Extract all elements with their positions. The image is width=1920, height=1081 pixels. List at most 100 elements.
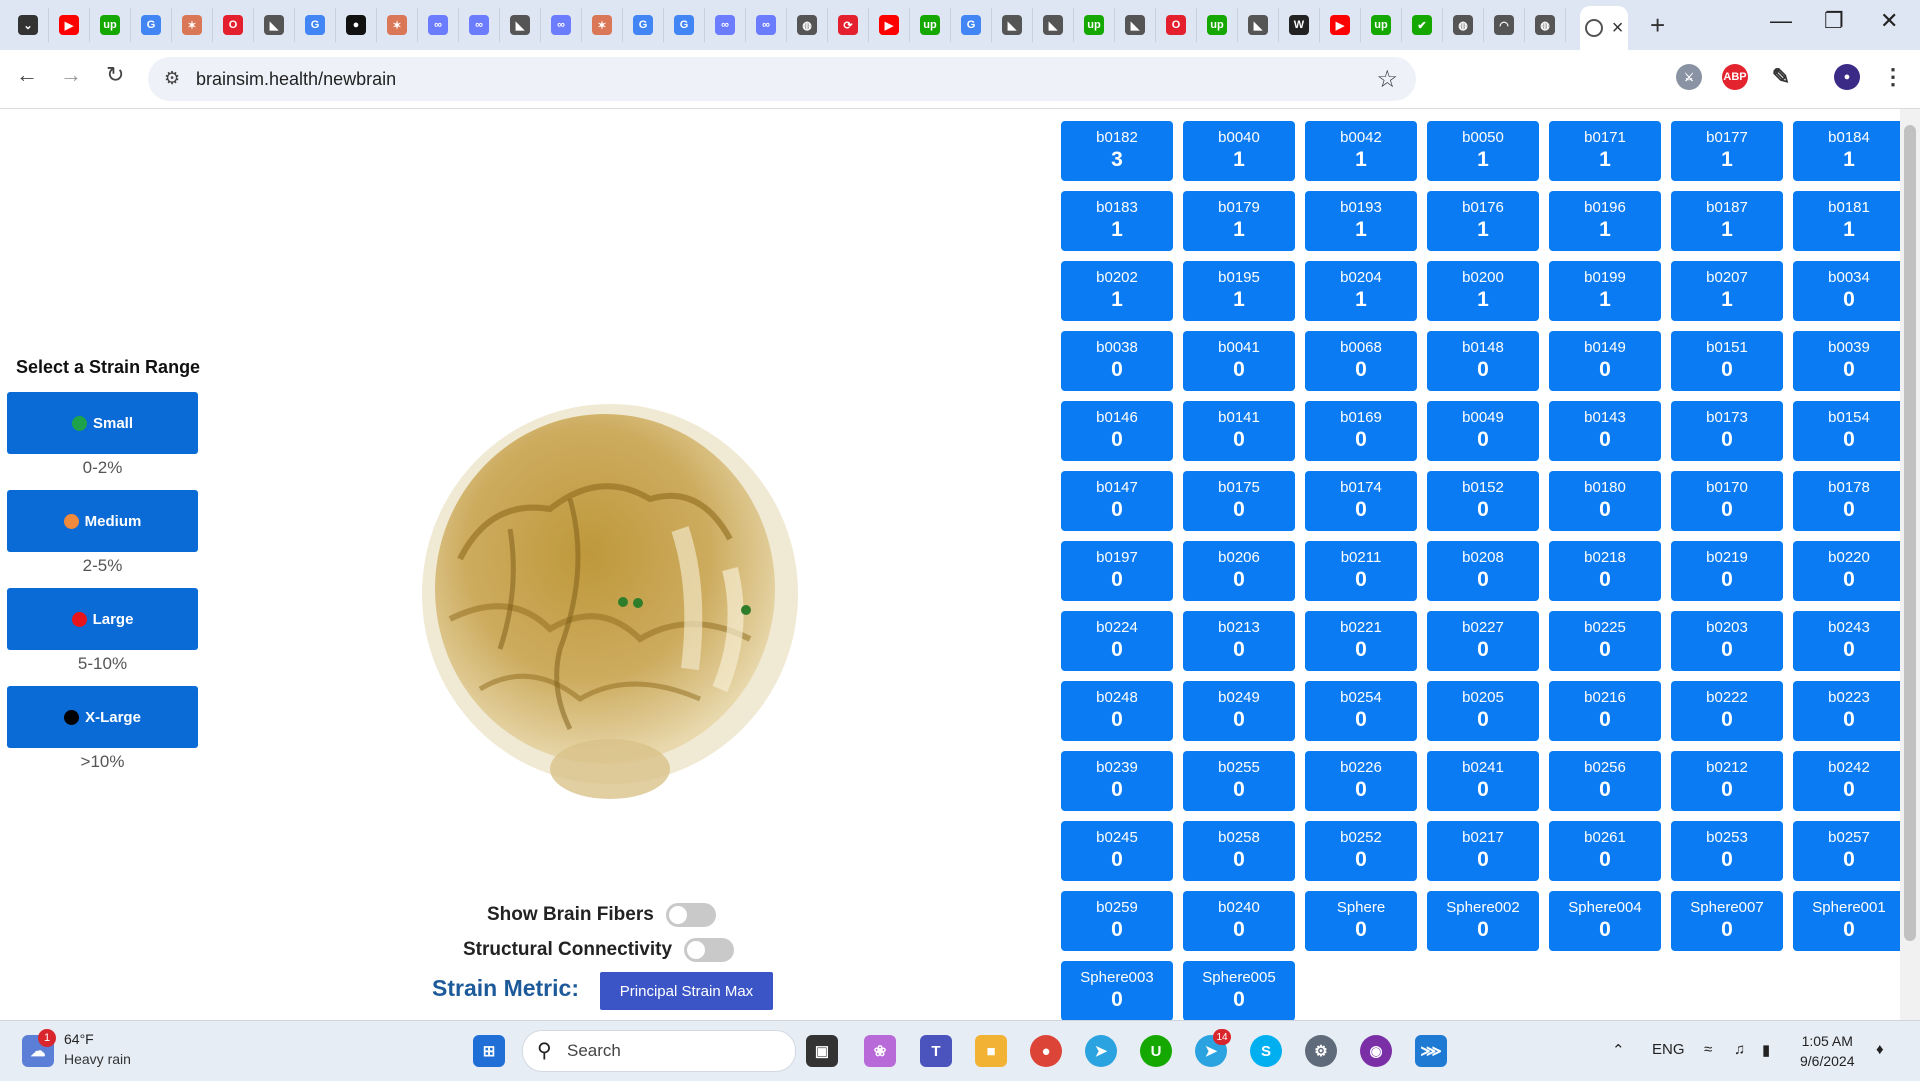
region-button[interactable]: b0204 1: [1305, 261, 1417, 321]
brain-3d-viewer[interactable]: [400, 389, 830, 809]
clock[interactable]: 1:05 AM 9/6/2024: [1800, 1031, 1855, 1071]
youtube-tab-icon[interactable]: ▶: [1320, 8, 1361, 42]
active-tab[interactable]: ×: [1580, 6, 1628, 50]
show-fibers-toggle[interactable]: [665, 903, 716, 927]
region-button[interactable]: b0147 0: [1061, 471, 1173, 531]
vscode-icon[interactable]: ⋙: [1415, 1035, 1447, 1067]
opera-tab-icon[interactable]: O: [213, 8, 254, 42]
region-button[interactable]: b0253 0: [1671, 821, 1783, 881]
region-button[interactable]: b0050 1: [1427, 121, 1539, 181]
region-button[interactable]: b0249 0: [1183, 681, 1295, 741]
chevron-down-tab-icon[interactable]: ⌄: [8, 8, 49, 42]
region-button[interactable]: b0152 0: [1427, 471, 1539, 531]
region-button[interactable]: b0207 1: [1671, 261, 1783, 321]
close-window-icon[interactable]: ✕: [1880, 8, 1898, 34]
extensions-puzzle-icon[interactable]: ✎: [1768, 64, 1794, 90]
shield-extension-icon[interactable]: ⚔: [1676, 64, 1702, 90]
copilot-tab-icon[interactable]: ∞: [541, 8, 582, 42]
url-text[interactable]: brainsim.health/newbrain: [196, 69, 396, 90]
upwork-tab-icon[interactable]: up: [1197, 8, 1238, 42]
region-button[interactable]: b0212 0: [1671, 751, 1783, 811]
github-tab-icon[interactable]: ●: [336, 8, 377, 42]
region-button[interactable]: b0227 0: [1427, 611, 1539, 671]
region-button[interactable]: b0039 0: [1793, 331, 1905, 391]
region-button[interactable]: b0199 1: [1549, 261, 1661, 321]
region-button[interactable]: b0205 0: [1427, 681, 1539, 741]
region-button[interactable]: b0176 1: [1427, 191, 1539, 251]
profile-avatar[interactable]: ●: [1834, 64, 1860, 90]
region-button[interactable]: b0148 0: [1427, 331, 1539, 391]
region-button[interactable]: Sphere003 0: [1061, 961, 1173, 1020]
region-button[interactable]: b0146 0: [1061, 401, 1173, 461]
notification-bell-icon[interactable]: ♦: [1876, 1041, 1884, 1058]
file-explorer-icon[interactable]: ■: [975, 1035, 1007, 1067]
cursor-tab-icon[interactable]: ◣: [1033, 8, 1074, 42]
forward-icon[interactable]: →: [60, 62, 82, 88]
region-button[interactable]: b0216 0: [1549, 681, 1661, 741]
region-button[interactable]: b0169 0: [1305, 401, 1417, 461]
wifi-icon[interactable]: ≈: [1704, 1041, 1712, 1058]
back-icon[interactable]: ←: [16, 62, 38, 88]
adblock-extension-icon[interactable]: ABP: [1722, 64, 1748, 90]
region-button[interactable]: b0173 0: [1671, 401, 1783, 461]
region-button[interactable]: b0049 0: [1427, 401, 1539, 461]
taskbar-search[interactable]: ⚲ Search: [522, 1030, 796, 1072]
globe-tab-icon[interactable]: ◍: [1525, 8, 1566, 42]
task-view-icon[interactable]: ▣: [806, 1035, 838, 1067]
region-button[interactable]: b0221 0: [1305, 611, 1417, 671]
cursor-tab-icon[interactable]: ◣: [1115, 8, 1156, 42]
region-button[interactable]: b0181 1: [1793, 191, 1905, 251]
region-button[interactable]: b0252 0: [1305, 821, 1417, 881]
region-button[interactable]: b0041 0: [1183, 331, 1295, 391]
strain-metric-button[interactable]: Principal Strain Max: [600, 972, 773, 1010]
language-indicator[interactable]: ENG: [1652, 1041, 1685, 1058]
region-button[interactable]: b0217 0: [1427, 821, 1539, 881]
cursor-tab-icon[interactable]: ◣: [500, 8, 541, 42]
reload-icon[interactable]: ↻: [106, 62, 124, 88]
region-button[interactable]: b0222 0: [1671, 681, 1783, 741]
region-button[interactable]: b0203 0: [1671, 611, 1783, 671]
globe-tab-icon[interactable]: ◍: [787, 8, 828, 42]
upwork-tab-icon[interactable]: up: [910, 8, 951, 42]
claude-tab-icon[interactable]: ✶: [377, 8, 418, 42]
minimize-icon[interactable]: —: [1770, 8, 1792, 34]
battery-icon[interactable]: ▮: [1762, 1041, 1770, 1059]
youtube-tab-icon[interactable]: ▶: [49, 8, 90, 42]
globe-tab-icon[interactable]: ◍: [1443, 8, 1484, 42]
region-button[interactable]: Sphere 0: [1305, 891, 1417, 951]
region-button[interactable]: b0258 0: [1183, 821, 1295, 881]
region-button[interactable]: b0241 0: [1427, 751, 1539, 811]
google-tab-icon[interactable]: G: [131, 8, 172, 42]
close-tab-icon[interactable]: ×: [1612, 17, 1624, 40]
claude-tab-icon[interactable]: ✶: [172, 8, 213, 42]
address-bar[interactable]: ⚙ brainsim.health/newbrain ☆: [148, 57, 1416, 101]
region-button[interactable]: b0224 0: [1061, 611, 1173, 671]
region-button[interactable]: b0034 0: [1793, 261, 1905, 321]
copilot-tab-icon[interactable]: ∞: [746, 8, 787, 42]
region-button[interactable]: b0149 0: [1549, 331, 1661, 391]
google-tab-icon[interactable]: G: [951, 8, 992, 42]
region-button[interactable]: b0180 0: [1549, 471, 1661, 531]
region-button[interactable]: b0255 0: [1183, 751, 1295, 811]
region-button[interactable]: b0202 1: [1061, 261, 1173, 321]
region-button[interactable]: b0261 0: [1549, 821, 1661, 881]
region-button[interactable]: b0183 1: [1061, 191, 1173, 251]
region-button[interactable]: b0193 1: [1305, 191, 1417, 251]
region-button[interactable]: b0196 1: [1549, 191, 1661, 251]
region-button[interactable]: b0245 0: [1061, 821, 1173, 881]
region-button[interactable]: b0220 0: [1793, 541, 1905, 601]
region-button[interactable]: b0197 0: [1061, 541, 1173, 601]
sync-tab-icon[interactable]: ⟳: [828, 8, 869, 42]
region-button[interactable]: b0256 0: [1549, 751, 1661, 811]
region-button[interactable]: b0175 0: [1183, 471, 1295, 531]
range-xlarge-button[interactable]: X-Large: [7, 686, 198, 748]
structural-connectivity-toggle[interactable]: [684, 938, 735, 962]
site-info-icon[interactable]: ⚙: [164, 68, 180, 89]
region-button[interactable]: b0242 0: [1793, 751, 1905, 811]
range-small-button[interactable]: Small: [7, 392, 198, 454]
volume-icon[interactable]: ♫: [1734, 1041, 1745, 1058]
region-button[interactable]: b0226 0: [1305, 751, 1417, 811]
cursor-tab-icon[interactable]: ◣: [992, 8, 1033, 42]
region-button[interactable]: b0248 0: [1061, 681, 1173, 741]
upwork-tab-icon[interactable]: up: [1361, 8, 1402, 42]
